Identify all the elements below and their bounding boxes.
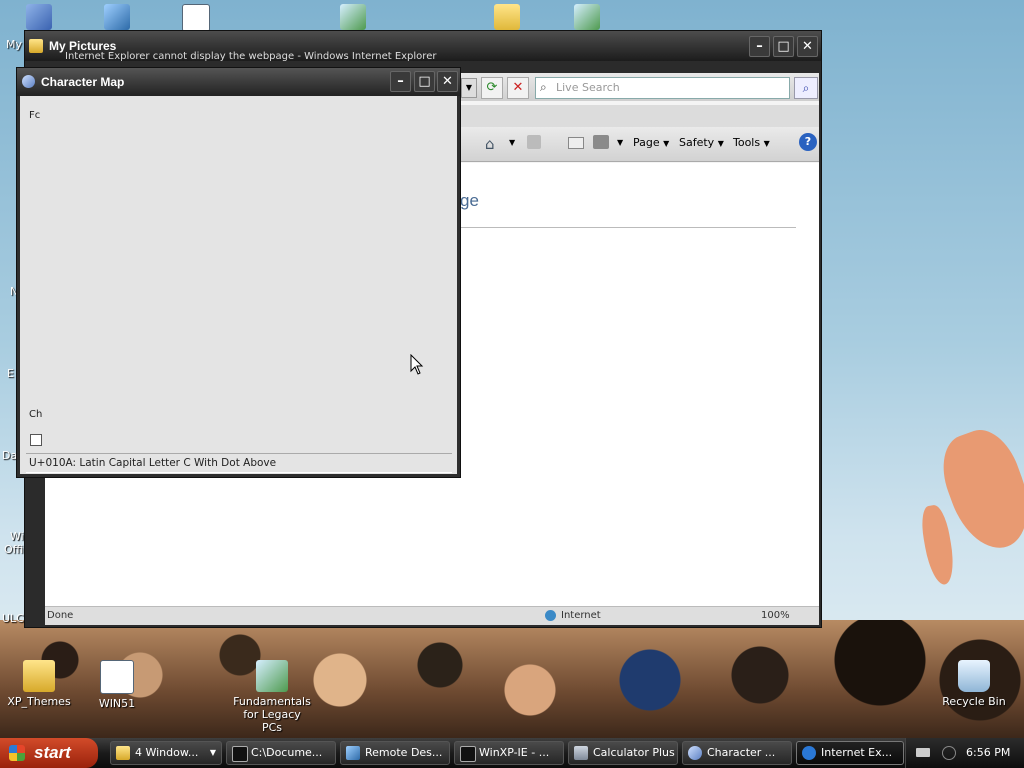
recycle-bin-icon	[958, 660, 990, 692]
status-bar: U+010A: Latin Capital Letter C With Dot …	[26, 453, 452, 473]
help-icon[interactable]: ?	[799, 133, 817, 151]
characters-to-copy-label: Ch	[29, 409, 43, 420]
page-menu[interactable]: Page ▼	[633, 136, 669, 149]
ie-status-bar: Done Internet 100%	[45, 606, 819, 625]
taskbar-item-cmd-documents[interactable]: C:\Docume...	[226, 741, 336, 765]
character-map-window[interactable]: Character Map – □ ✕ Fc Ch U+010A: Latin …	[16, 67, 461, 478]
desktop-icon-label: My	[6, 38, 23, 51]
globe-icon	[545, 610, 556, 621]
clock[interactable]: 6:56 PM	[966, 738, 1010, 768]
stop-button[interactable]: ✕	[507, 77, 529, 99]
image-file-icon[interactable]	[574, 4, 600, 30]
tray-expand-icon[interactable]	[942, 746, 956, 760]
search-icon: ⌕	[540, 80, 547, 94]
charmap-icon	[22, 75, 35, 88]
desktop-icon-label: Offi	[4, 543, 24, 556]
font-label: Fc	[29, 110, 41, 121]
taskbar: start 4 Window... ▼ C:\Docume... Remote …	[0, 738, 1024, 768]
desktop-icon-xp-themes[interactable]: XP_Themes	[0, 660, 78, 708]
charmap-icon	[688, 746, 702, 760]
desktop-icon-label: E	[7, 367, 14, 380]
close-button[interactable]: ✕	[797, 36, 818, 57]
minimize-button[interactable]: –	[390, 71, 411, 92]
system-tray: 6:56 PM	[905, 738, 1024, 768]
print-icon[interactable]	[593, 135, 609, 149]
desktop-icon-win51[interactable]: WIN51	[78, 660, 156, 710]
taskbar-item-calculator-plus[interactable]: Calculator Plus	[568, 741, 678, 765]
address-dropdown-button[interactable]: ▼	[461, 78, 477, 98]
taskbar-item-character-map[interactable]: Character ...	[682, 741, 792, 765]
mouse-cursor-icon	[410, 354, 424, 375]
window-title: Character Map	[41, 75, 125, 89]
ie-icon	[802, 746, 816, 760]
keyboard-icon[interactable]	[916, 748, 930, 757]
taskbar-item-internet-explorer[interactable]: Internet Ex...	[796, 741, 904, 765]
feeds-icon[interactable]	[527, 135, 541, 149]
start-button[interactable]: start	[0, 738, 98, 768]
desktop-icon-recycle-bin[interactable]: Recycle Bin	[935, 660, 1013, 708]
chevron-down-icon[interactable]: ▼	[617, 138, 623, 147]
chevron-down-icon: ▼	[209, 748, 216, 757]
window-icon	[29, 39, 43, 53]
taskbar-item-windows[interactable]: 4 Window... ▼	[110, 741, 222, 765]
my-computer-icon[interactable]	[26, 4, 52, 30]
advanced-view-checkbox[interactable]	[30, 434, 42, 446]
chevron-down-icon[interactable]: ▼	[509, 138, 515, 147]
tools-menu[interactable]: Tools ▼	[733, 136, 770, 149]
folder-icon	[116, 746, 130, 760]
character-map-client: Fc Ch U+010A: Latin Capital Letter C Wit…	[20, 96, 457, 474]
windows-logo-icon	[9, 745, 25, 761]
search-input[interactable]: Live Search	[556, 81, 620, 94]
program-window-icon[interactable]	[182, 4, 210, 32]
heading-rule	[460, 227, 796, 228]
home-icon[interactable]: ⌂	[485, 135, 495, 153]
status-zone: Internet	[561, 610, 601, 621]
refresh-button[interactable]: ⟳	[481, 77, 503, 99]
mail-icon[interactable]	[568, 137, 584, 149]
calculator-icon	[574, 746, 588, 760]
ie-inner-title: Internet Explorer cannot display the web…	[65, 51, 437, 62]
program-window-icon	[100, 660, 134, 694]
remote-desktop-icon	[346, 746, 360, 760]
folder-icon[interactable]	[494, 4, 520, 30]
close-button[interactable]: ✕	[437, 71, 458, 92]
zip-folder-icon	[23, 660, 55, 692]
taskbar-item-winxp-ie[interactable]: WinXP-IE - ...	[454, 741, 564, 765]
page-heading: ge	[460, 191, 479, 210]
image-file-icon[interactable]	[340, 4, 366, 30]
wallpaper-hand	[918, 503, 958, 587]
cmd-icon	[460, 746, 476, 762]
safety-menu[interactable]: Safety ▼	[679, 136, 724, 149]
taskbar-item-remote-desktop[interactable]: Remote Des...	[340, 741, 450, 765]
desktop-icon-label: Da	[2, 449, 18, 462]
desktop-icon-fundamentals[interactable]: Fundamentals for Legacy PCs	[232, 660, 312, 734]
search-go-button[interactable]: ⌕	[794, 77, 818, 99]
image-file-icon	[256, 660, 288, 692]
character-status: U+010A: Latin Capital Letter C With Dot …	[29, 457, 277, 469]
search-input-wrap[interactable]: ⌕ Live Search	[535, 77, 790, 99]
zoom-level[interactable]: 100%	[761, 607, 790, 625]
network-places-icon[interactable]	[104, 4, 130, 30]
maximize-button[interactable]: □	[414, 71, 435, 92]
desktop-icon-label: ULC	[2, 612, 24, 625]
desktop-icon-label: Wi	[10, 530, 24, 543]
status-text: Done	[47, 610, 74, 621]
cmd-icon	[232, 746, 248, 762]
